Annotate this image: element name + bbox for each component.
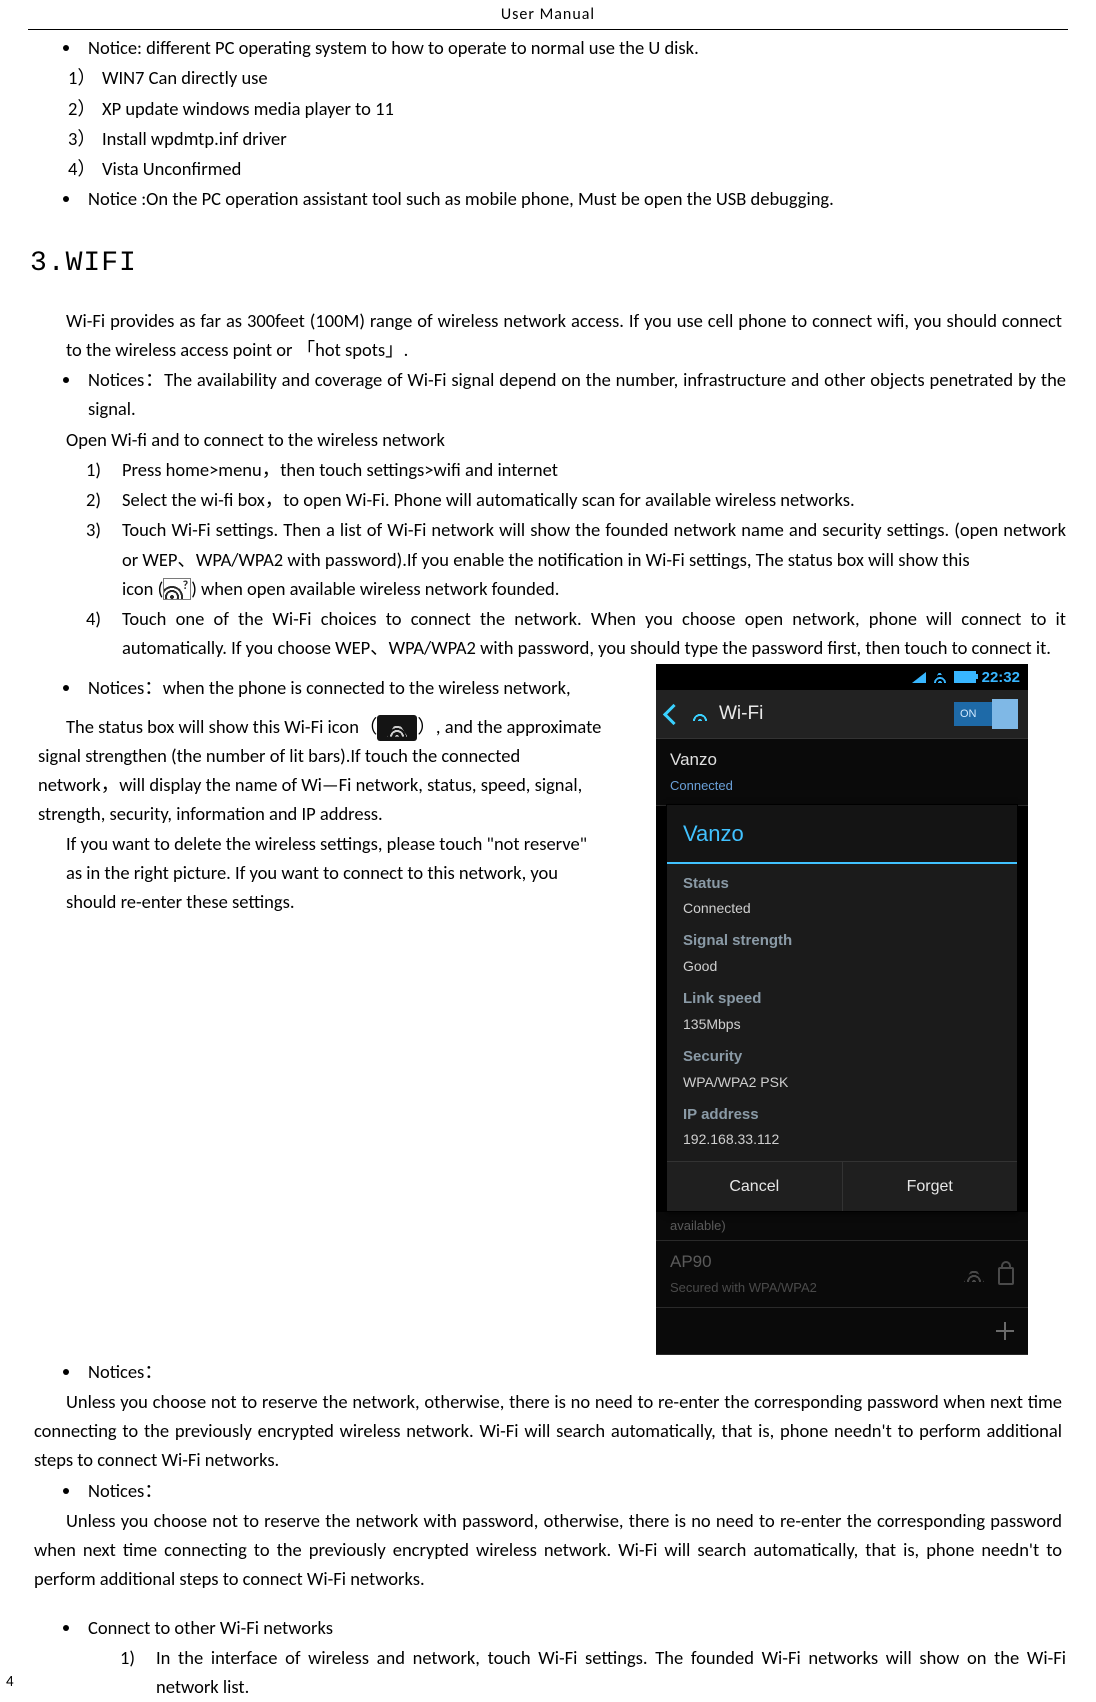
wifi-item-title: Vanzo — [670, 747, 1014, 774]
phone-status-bar: 22:32 — [656, 664, 1028, 690]
wifi-item-title-ap90: AP90 — [670, 1249, 817, 1276]
wifi-step-3-prefix: icon ( — [122, 577, 163, 600]
back-icon[interactable] — [663, 704, 684, 725]
available-label: available) — [670, 1216, 1014, 1237]
wifi-screen-header: Wi-Fi ON — [656, 690, 1028, 739]
wifi-list-item-vanzo[interactable]: Vanzo Connected — [656, 739, 1028, 805]
battery-icon — [954, 671, 976, 683]
wifi-toggle[interactable]: ON — [954, 702, 1018, 726]
status-icon-suffix: ）, and the approximate — [417, 715, 601, 738]
dialog-ip-label: IP address — [683, 1103, 1001, 1127]
status-time: 22:32 — [982, 666, 1020, 690]
wifi-step-3: Touch Wi-Fi settings. Then a list of Wi-… — [104, 515, 1066, 603]
wifi-list-item-ap90[interactable]: AP90 Secured with WPA/WPA2 — [656, 1241, 1028, 1307]
wifi-signal-icon — [964, 1266, 984, 1282]
os-item-vista: Vista Unconfirmed — [102, 154, 1066, 183]
status-icon-prefix: The status box will show this Wi-Fi icon… — [66, 715, 377, 738]
status-line-3: strength, security, information and IP a… — [34, 799, 636, 828]
bullet-usb-debug-notice: Notice :On the PC operation assistant to… — [82, 184, 1066, 213]
connect-other-heading: Connect to other Wi-Fi networks — [82, 1613, 1066, 1642]
dialog-security-value: WPA/WPA2 PSK — [683, 1071, 1001, 1093]
dialog-title: Vanzo — [667, 805, 1017, 864]
lock-icon — [998, 1267, 1014, 1285]
wifi-step-1: Press home>menu，then touch settings>wifi… — [104, 455, 1066, 484]
signal-icon — [912, 672, 926, 683]
wifi-add-network-row[interactable] — [656, 1308, 1028, 1355]
page-number: 4 — [6, 1671, 14, 1695]
phone-screenshot: 22:32 Wi-Fi ON Vanzo — [656, 664, 1028, 1354]
dialog-security-label: Security — [683, 1045, 1001, 1069]
wifi-status-icon — [377, 715, 417, 741]
open-wifi-heading: Open Wi-fi and to connect to the wireles… — [34, 425, 1062, 454]
notices-paragraph-1: Unless you choose not to reserve the net… — [34, 1387, 1062, 1475]
wifi-step-3-text-a: Touch Wi-Fi settings. Then a list of Wi-… — [122, 518, 1066, 570]
connected-notice: Notices：when the phone is connected to t… — [82, 673, 640, 702]
wifi-screen-title: Wi-Fi — [719, 699, 763, 729]
dialog-link-value: 135Mbps — [683, 1013, 1001, 1035]
section-heading-wifi: 3.WIFI — [30, 242, 1066, 286]
wifi-availability-notice: Notices：The availability and coverage of… — [82, 365, 1066, 423]
dialog-signal-label: Signal strength — [683, 929, 1001, 953]
wifi-item-sub-ap90: Secured with WPA/WPA2 — [670, 1278, 817, 1299]
dialog-status-label: Status — [683, 872, 1001, 896]
dialog-status-value: Connected — [683, 897, 1001, 919]
notices-heading-1: Notices： — [82, 1357, 1066, 1386]
dialog-signal-value: Good — [683, 955, 1001, 977]
connect-other-step-1: In the interface of wireless and network… — [138, 1643, 1066, 1701]
wifi-available-label-row: available) — [656, 1212, 1028, 1242]
dialog-ip-value: 192.168.33.112 — [683, 1128, 1001, 1150]
wifi-title-icon — [691, 707, 709, 721]
dialog-forget-button[interactable]: Forget — [842, 1162, 1018, 1211]
dialog-cancel-button[interactable]: Cancel — [667, 1162, 842, 1211]
bullet-udisk-notice: Notice: different PC operating system to… — [82, 33, 1066, 62]
notices-heading-2: Notices： — [82, 1476, 1066, 1505]
os-item-win7: WIN7 Can directly use — [102, 63, 1066, 92]
status-line-1: signal strengthen (the number of lit bar… — [34, 741, 636, 770]
dialog-link-label: Link speed — [683, 987, 1001, 1011]
status-line-4: If you want to delete the wireless setti… — [34, 829, 636, 858]
page-header: User Manual — [28, 0, 1068, 30]
status-line-6: should re-enter these settings. — [34, 887, 636, 916]
plus-icon — [996, 1322, 1014, 1340]
wifi-item-sub: Connected — [670, 776, 1014, 797]
wifi-step-3-suffix: ) when open available wireless network f… — [191, 577, 559, 600]
notices-paragraph-2: Unless you choose not to reserve the net… — [34, 1506, 1062, 1594]
wifi-intro: Wi-Fi provides as far as 300feet (100M) … — [34, 306, 1062, 364]
os-item-xp: XP update windows media player to 11 — [102, 94, 1066, 123]
os-item-install-driver: Install wpdmtp.inf driver — [102, 124, 1066, 153]
wifi-toggle-label: ON — [960, 706, 977, 723]
status-line-2: network，will display the name of Wi—Fi n… — [34, 770, 636, 799]
wifi-icon — [932, 671, 948, 683]
status-line-5: as in the right picture. If you want to … — [34, 858, 636, 887]
wifi-notification-icon — [163, 578, 191, 600]
wifi-step-4: Touch one of the Wi-Fi choices to connec… — [104, 604, 1066, 662]
status-icon-line: The status box will show this Wi-Fi icon… — [34, 712, 636, 741]
wifi-step-2: Select the wi-fi box，to open Wi-Fi. Phon… — [104, 485, 1066, 514]
wifi-details-dialog: Vanzo Status Connected Signal strength G… — [666, 804, 1018, 1212]
